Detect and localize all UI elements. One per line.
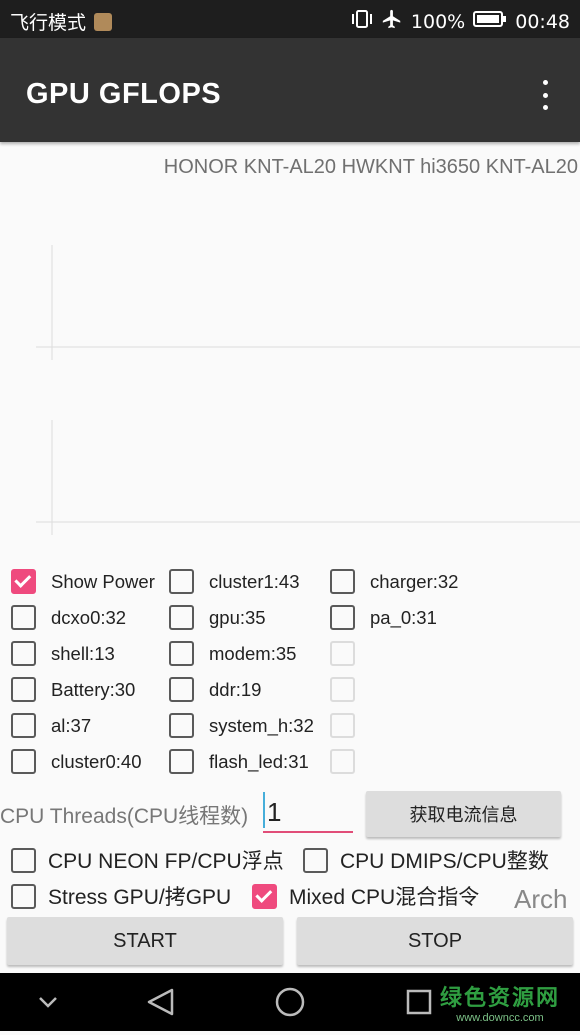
checkbox-empty-2 xyxy=(330,677,355,702)
checkbox-mixed-cpu[interactable]: Mixed CPU混合指令 xyxy=(252,881,479,911)
checkbox-box[interactable] xyxy=(11,847,36,873)
checkbox-al[interactable]: al:37 xyxy=(11,713,91,738)
checkbox-label: cluster0:40 xyxy=(51,750,142,772)
cpu-threads-label: CPU Threads(CPU线程数) xyxy=(0,805,249,828)
checkbox-box[interactable] xyxy=(11,713,36,738)
checkbox-show-power[interactable]: Show Power xyxy=(11,569,155,594)
checkbox-cluster0[interactable]: cluster0:40 xyxy=(11,749,142,774)
checkbox-cluster1[interactable]: cluster1:43 xyxy=(169,569,300,594)
checkbox-label: Show Power xyxy=(51,570,155,592)
checkbox-label: ddr:19 xyxy=(209,678,262,700)
checkbox-battery[interactable]: Battery:30 xyxy=(11,677,135,702)
checkbox-box[interactable] xyxy=(169,677,194,702)
checkbox-box[interactable] xyxy=(169,713,194,738)
checkbox-label: modem:35 xyxy=(209,642,297,664)
checkbox-cpu-neon[interactable]: CPU NEON FP/CPU浮点 xyxy=(11,845,284,875)
checkbox-box[interactable] xyxy=(11,883,36,909)
checkbox-box-disabled xyxy=(330,677,355,702)
text-cursor xyxy=(263,792,265,828)
checkbox-label: Stress GPU/拷GPU xyxy=(48,886,232,909)
checkbox-box[interactable] xyxy=(169,605,194,630)
checkbox-system-h[interactable]: system_h:32 xyxy=(169,713,314,738)
back-triangle-icon[interactable] xyxy=(147,988,174,1016)
checkbox-stress-gpu[interactable]: Stress GPU/拷GPU xyxy=(11,881,231,911)
checkbox-box[interactable] xyxy=(169,641,194,666)
checkbox-box[interactable] xyxy=(11,605,36,630)
checkbox-cpu-dmips[interactable]: CPU DMIPS/CPU整数 xyxy=(303,845,549,875)
checkbox-modem[interactable]: modem:35 xyxy=(169,641,296,666)
checkbox-gpu[interactable]: gpu:35 xyxy=(169,605,266,630)
arch-label: Arch xyxy=(514,884,568,914)
checkbox-label: cluster1:43 xyxy=(209,570,300,592)
recents-square-icon[interactable] xyxy=(406,989,432,1015)
checkbox-label: CPU DMIPS/CPU整数 xyxy=(340,850,549,873)
checkbox-box[interactable] xyxy=(169,749,194,774)
checkbox-box-disabled xyxy=(330,713,355,738)
checkbox-label: Battery:30 xyxy=(51,678,136,700)
checkbox-box[interactable] xyxy=(11,677,36,702)
checkbox-label: charger:32 xyxy=(370,570,459,592)
stop-button[interactable]: STOP xyxy=(297,917,573,965)
watermark-url: www.downcc.com xyxy=(456,1012,544,1024)
checkbox-box[interactable] xyxy=(11,641,36,666)
checkbox-box[interactable] xyxy=(330,605,355,630)
checkbox-ddr[interactable]: ddr:19 xyxy=(169,677,261,702)
power-graph xyxy=(36,245,580,535)
checkbox-empty-4 xyxy=(330,749,355,774)
start-button[interactable]: START xyxy=(7,917,283,965)
checkbox-box[interactable] xyxy=(303,847,328,873)
checkbox-label: dcxo0:32 xyxy=(51,606,127,628)
checkbox-pa-0[interactable]: pa_0:31 xyxy=(330,605,437,630)
checkbox-box-disabled xyxy=(330,749,355,774)
checkbox-label: flash_led:31 xyxy=(209,750,309,772)
checkbox-box-disabled xyxy=(330,641,355,666)
watermark: 绿色资源网 www.downcc.com xyxy=(440,980,560,1024)
checkbox-box[interactable] xyxy=(169,569,194,594)
checkbox-shell[interactable]: shell:13 xyxy=(11,641,115,666)
checkbox-label: shell:13 xyxy=(51,642,115,664)
checkbox-label: CPU NEON FP/CPU浮点 xyxy=(48,850,284,873)
checkbox-charger[interactable]: charger:32 xyxy=(330,569,458,594)
checkbox-box[interactable] xyxy=(252,883,277,909)
checkbox-label: pa_0:31 xyxy=(370,606,437,628)
watermark-title: 绿色资源网 xyxy=(439,986,560,1011)
checkbox-empty-3 xyxy=(330,713,355,738)
chevron-down-icon[interactable] xyxy=(39,997,57,1008)
checkbox-label: Mixed CPU混合指令 xyxy=(289,886,480,909)
fetch-current-info-button[interactable]: 获取电流信息 xyxy=(366,791,561,837)
checkbox-label: al:37 xyxy=(51,714,92,736)
checkbox-box[interactable] xyxy=(11,569,36,594)
home-circle-icon[interactable] xyxy=(275,987,305,1017)
checkbox-box[interactable] xyxy=(11,749,36,774)
checkbox-box[interactable] xyxy=(330,569,355,594)
checkbox-dcxo0[interactable]: dcxo0:32 xyxy=(11,605,126,630)
checkbox-flash-led[interactable]: flash_led:31 xyxy=(169,749,309,774)
checkbox-empty-1 xyxy=(330,641,355,666)
checkbox-label: system_h:32 xyxy=(209,714,314,736)
checkbox-label: gpu:35 xyxy=(209,606,266,628)
cpu-threads-input[interactable] xyxy=(263,793,353,833)
